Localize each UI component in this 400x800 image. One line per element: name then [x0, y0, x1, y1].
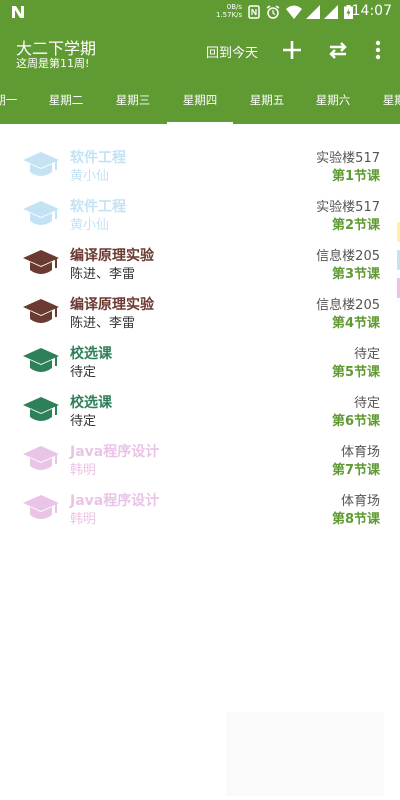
course-name: 编译原理实验 [70, 297, 154, 313]
course-name: 校选课 [70, 346, 112, 362]
course-name: Java程序设计 [70, 444, 160, 460]
n-logo-icon [12, 6, 24, 18]
course-name: 软件工程 [70, 199, 126, 215]
tab-monday[interactable]: 星期一 [0, 76, 33, 124]
course-item[interactable]: 软件工程黄小仙 实验楼517 第1节课 [0, 142, 400, 191]
course-period: 第4节课 [331, 316, 380, 331]
signal-icon [324, 5, 338, 19]
graduation-cap-icon [23, 250, 59, 274]
graduation-cap-icon [23, 446, 59, 470]
course-name: 校选课 [70, 395, 112, 411]
network-speed: 0B/s 1.57K/s [216, 3, 243, 19]
course-period: 第8节课 [331, 512, 380, 527]
graduation-cap-icon [23, 397, 59, 421]
course-room: 实验楼517 [316, 151, 380, 166]
week-subtitle: 这周是第11周! [16, 57, 90, 70]
course-item[interactable]: Java程序设计 韩明 体育场第8节课 [0, 485, 400, 534]
course-teacher: 待定 [70, 414, 97, 429]
course-list: 软件工程 黄小仙 实验楼517 第1节课 软件工程 黄小仙 实验楼517 第2节课 编译原理… [0, 142, 400, 534]
tab-tuesday[interactable]: 星期二 [33, 76, 99, 124]
course-period: 第1节课 [331, 169, 380, 184]
course-room: 待定 [353, 347, 380, 362]
course-item[interactable]: 编译原理实验 陈进、李雷 信息楼205 第3节课 [0, 240, 400, 289]
nfc-icon [248, 5, 260, 19]
course-item[interactable]: 校选课 待定 待定 第6节课 [0, 387, 400, 436]
course-room: 实验楼517 [316, 200, 380, 215]
course-teacher: 待定 [70, 365, 97, 380]
weekday-tabs: 星期一 星期二 星期三 星期四 星期五 星期六 星期日 [0, 76, 400, 124]
course-teacher: 黄小仙 [70, 218, 110, 233]
course-period: 第7节课 [331, 463, 380, 478]
active-tab-indicator [167, 122, 233, 124]
tab-saturday[interactable]: 星期六 [300, 76, 366, 124]
graduation-cap-icon [23, 495, 59, 519]
course-item[interactable]: 编译原理实验 陈进、李雷 信息楼205 第4节课 [0, 289, 400, 338]
course-teacher: 韩明 [70, 463, 97, 478]
graduation-cap-icon [23, 201, 59, 225]
course-teacher: 韩明 [70, 512, 97, 527]
course-item[interactable]: 软件工程黄小仙 实验楼517 第2节课 [0, 191, 400, 240]
course-name: Java程序设计 [70, 493, 160, 509]
course-teacher: 黄小仙 [70, 169, 110, 184]
status-bar: 0B/s 1.57K/s 14:07 [0, 0, 400, 24]
signal-icon [306, 5, 320, 19]
graduation-cap-icon [23, 152, 59, 176]
course-room: 信息楼205 [316, 249, 380, 264]
clock: 14:07 [351, 3, 392, 19]
graduation-cap-icon [23, 348, 59, 372]
course-name: 编译原理实验 [70, 248, 154, 264]
course-teacher: 陈进、李雷 [70, 316, 136, 331]
tab-sunday[interactable]: 星期日 [367, 76, 400, 124]
course-item[interactable]: 校选课 待定 待定 第5节课 [0, 338, 400, 387]
app-bar: 大二下学期 这周是第11周! 回到今天 [0, 24, 400, 76]
course-name: 软件工程 [70, 150, 126, 166]
course-period: 第5节课 [331, 365, 380, 380]
course-item[interactable]: Java程序设计 韩明 体育场第7节课 [0, 436, 400, 485]
tab-friday[interactable]: 星期五 [234, 76, 300, 124]
wifi-icon [286, 5, 302, 19]
alarm-icon [266, 5, 280, 19]
tab-thursday[interactable]: 星期四 [167, 76, 233, 124]
course-room: 待定 [353, 396, 380, 411]
back-to-today-button[interactable]: 回到今天 [206, 42, 258, 61]
course-teacher: 陈进、李雷 [70, 267, 136, 282]
course-room: 信息楼205 [316, 298, 380, 313]
swap-icon[interactable] [326, 38, 350, 62]
tab-wednesday[interactable]: 星期三 [100, 76, 166, 124]
graduation-cap-icon [23, 299, 59, 323]
course-period: 第3节课 [331, 267, 380, 282]
course-room: 体育场 [340, 494, 380, 509]
course-period: 第6节课 [331, 414, 380, 429]
more-vertical-icon[interactable] [366, 38, 390, 62]
add-icon[interactable] [280, 38, 304, 62]
course-period: 第2节课 [331, 218, 380, 233]
course-room: 体育场 [340, 445, 380, 460]
faded-panel [226, 712, 384, 796]
